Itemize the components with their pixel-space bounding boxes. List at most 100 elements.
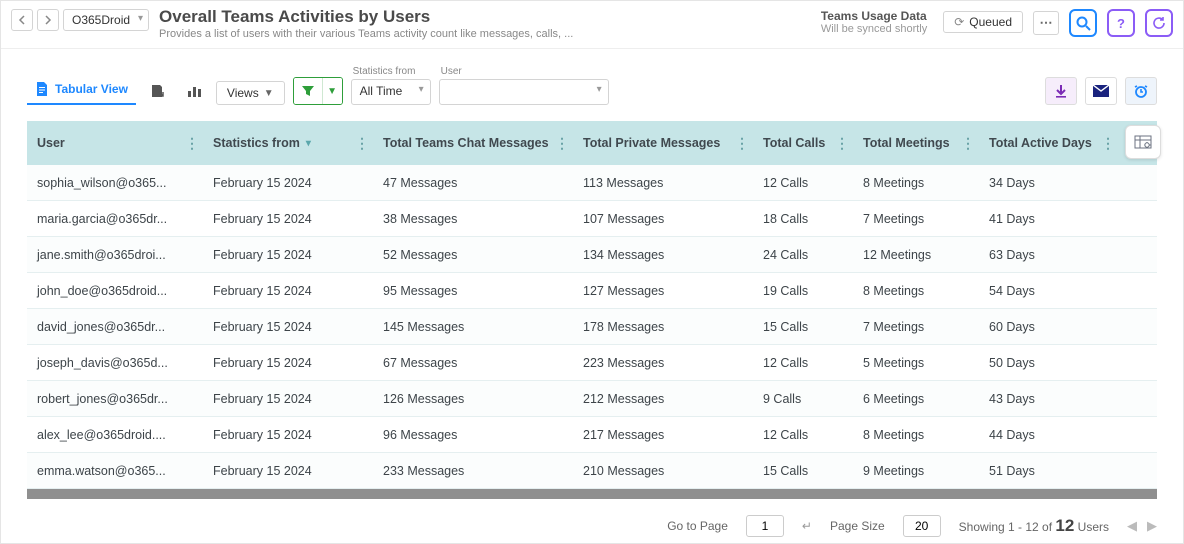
cell-days: 51 Days [979, 464, 1119, 478]
col-menu-icon[interactable]: ⋮ [961, 135, 975, 152]
cell-meet: 6 Meetings [853, 392, 979, 406]
cell-stat: February 15 2024 [203, 428, 373, 442]
cell-priv: 107 Messages [573, 212, 753, 226]
table-row[interactable]: john_doe@o365droid...February 15 202495 … [27, 273, 1157, 309]
col-menu-icon[interactable]: ⋮ [835, 135, 849, 152]
cell-priv: 134 Messages [573, 248, 753, 262]
showing-text: Showing 1 - 12 of 12 Users [959, 516, 1109, 536]
more-actions-button[interactable]: ⋯ [1033, 11, 1059, 35]
cell-calls: 9 Calls [753, 392, 853, 406]
views-label: Views [227, 86, 259, 100]
cell-priv: 223 Messages [573, 356, 753, 370]
cell-priv: 212 Messages [573, 392, 753, 406]
cell-calls: 12 Calls [753, 356, 853, 370]
table-row[interactable]: emma.watson@o365...February 15 2024233 M… [27, 453, 1157, 489]
table-row[interactable]: alex_lee@o365droid....February 15 202496… [27, 417, 1157, 453]
cell-chat: 95 Messages [373, 284, 573, 298]
refresh-icon: ⟳ [954, 15, 964, 29]
filter-dropdown[interactable]: ▼ [322, 78, 342, 104]
search-button[interactable] [1069, 9, 1097, 37]
goto-page-input[interactable] [746, 515, 784, 537]
nav-back-button[interactable] [11, 9, 33, 31]
nav-forward-button[interactable] [37, 9, 59, 31]
cell-user: emma.watson@o365... [27, 464, 203, 478]
cell-chat: 47 Messages [373, 176, 573, 190]
cell-chat: 67 Messages [373, 356, 573, 370]
cell-stat: February 15 2024 [203, 464, 373, 478]
page-size-label: Page Size [830, 519, 885, 533]
cell-chat: 96 Messages [373, 428, 573, 442]
cell-meet: 7 Meetings [853, 212, 979, 226]
cell-chat: 126 Messages [373, 392, 573, 406]
stats-from-label: Statistics from [351, 66, 431, 77]
schedule-button[interactable] [1125, 77, 1157, 105]
cell-days: 54 Days [979, 284, 1119, 298]
col-meetings[interactable]: Total Meetings⋮ [853, 121, 979, 165]
chart-icon-button[interactable] [180, 77, 208, 105]
table-row[interactable]: robert_jones@o365dr...February 15 202412… [27, 381, 1157, 417]
col-active-days[interactable]: Total Active Days⋮ [979, 121, 1119, 165]
cell-priv: 127 Messages [573, 284, 753, 298]
table-row[interactable]: maria.garcia@o365dr...February 15 202438… [27, 201, 1157, 237]
col-menu-icon[interactable]: ⋮ [735, 135, 749, 152]
cell-priv: 113 Messages [573, 176, 753, 190]
table-header: User⋮ Statistics from▾⋮ Total Teams Chat… [27, 121, 1157, 165]
cell-user: jane.smith@o365droi... [27, 248, 203, 262]
horizontal-scrollbar[interactable] [27, 489, 1157, 499]
user-filter-select[interactable] [439, 79, 609, 105]
col-menu-icon[interactable]: ⋮ [185, 135, 199, 152]
cycle-button[interactable] [1145, 9, 1173, 37]
cell-user: joseph_davis@o365d... [27, 356, 203, 370]
page-prev-button[interactable]: ◀ [1127, 518, 1137, 534]
cell-calls: 15 Calls [753, 464, 853, 478]
cell-chat: 52 Messages [373, 248, 573, 262]
download-button[interactable] [1045, 77, 1077, 105]
source-select[interactable]: O365Droid [63, 9, 149, 31]
cell-user: robert_jones@o365dr... [27, 392, 203, 406]
tab-tabular-view[interactable]: Tabular View [27, 75, 136, 105]
cell-days: 43 Days [979, 392, 1119, 406]
cell-stat: February 15 2024 [203, 392, 373, 406]
export-icon-button[interactable] [144, 77, 172, 105]
stats-from-value: All Time [360, 84, 403, 98]
filter-button[interactable] [294, 78, 322, 104]
views-dropdown[interactable]: Views ▼ [216, 81, 285, 105]
cell-user: alex_lee@o365droid.... [27, 428, 203, 442]
col-stats-from[interactable]: Statistics from▾⋮ [203, 121, 373, 165]
column-settings-button[interactable] [1125, 125, 1161, 159]
page-size-input[interactable] [903, 515, 941, 537]
cell-days: 63 Days [979, 248, 1119, 262]
table-row[interactable]: sophia_wilson@o365...February 15 202447 … [27, 165, 1157, 201]
page-next-button[interactable]: ▶ [1147, 518, 1157, 534]
stats-from-select[interactable]: All Time [351, 79, 431, 105]
queued-button[interactable]: ⟳ Queued [943, 11, 1023, 33]
cell-user: david_jones@o365dr... [27, 320, 203, 334]
col-menu-icon[interactable]: ⋮ [1101, 135, 1115, 152]
col-calls[interactable]: Total Calls⋮ [753, 121, 853, 165]
cell-chat: 233 Messages [373, 464, 573, 478]
cell-meet: 8 Meetings [853, 428, 979, 442]
enter-icon[interactable]: ↵ [802, 519, 812, 533]
col-user[interactable]: User⋮ [27, 121, 203, 165]
email-button[interactable] [1085, 77, 1117, 105]
caret-down-icon: ▼ [264, 88, 274, 99]
table-row[interactable]: jane.smith@o365droi...February 15 202452… [27, 237, 1157, 273]
cell-stat: February 15 2024 [203, 248, 373, 262]
cell-calls: 18 Calls [753, 212, 853, 226]
sync-subtitle: Will be synced shortly [821, 23, 927, 35]
col-menu-icon[interactable]: ⋮ [555, 135, 569, 152]
col-menu-icon[interactable]: ⋮ [355, 135, 369, 152]
cell-stat: February 15 2024 [203, 320, 373, 334]
cell-meet: 8 Meetings [853, 176, 979, 190]
cell-priv: 178 Messages [573, 320, 753, 334]
col-private-msgs[interactable]: Total Private Messages⋮ [573, 121, 753, 165]
table-row[interactable]: joseph_davis@o365d...February 15 202467 … [27, 345, 1157, 381]
document-icon [35, 81, 49, 97]
help-button[interactable]: ? [1107, 9, 1135, 37]
cell-stat: February 15 2024 [203, 176, 373, 190]
cell-days: 60 Days [979, 320, 1119, 334]
cell-priv: 210 Messages [573, 464, 753, 478]
user-filter-label: User [439, 66, 609, 77]
col-chat-msgs[interactable]: Total Teams Chat Messages⋮ [373, 121, 573, 165]
table-row[interactable]: david_jones@o365dr...February 15 2024145… [27, 309, 1157, 345]
